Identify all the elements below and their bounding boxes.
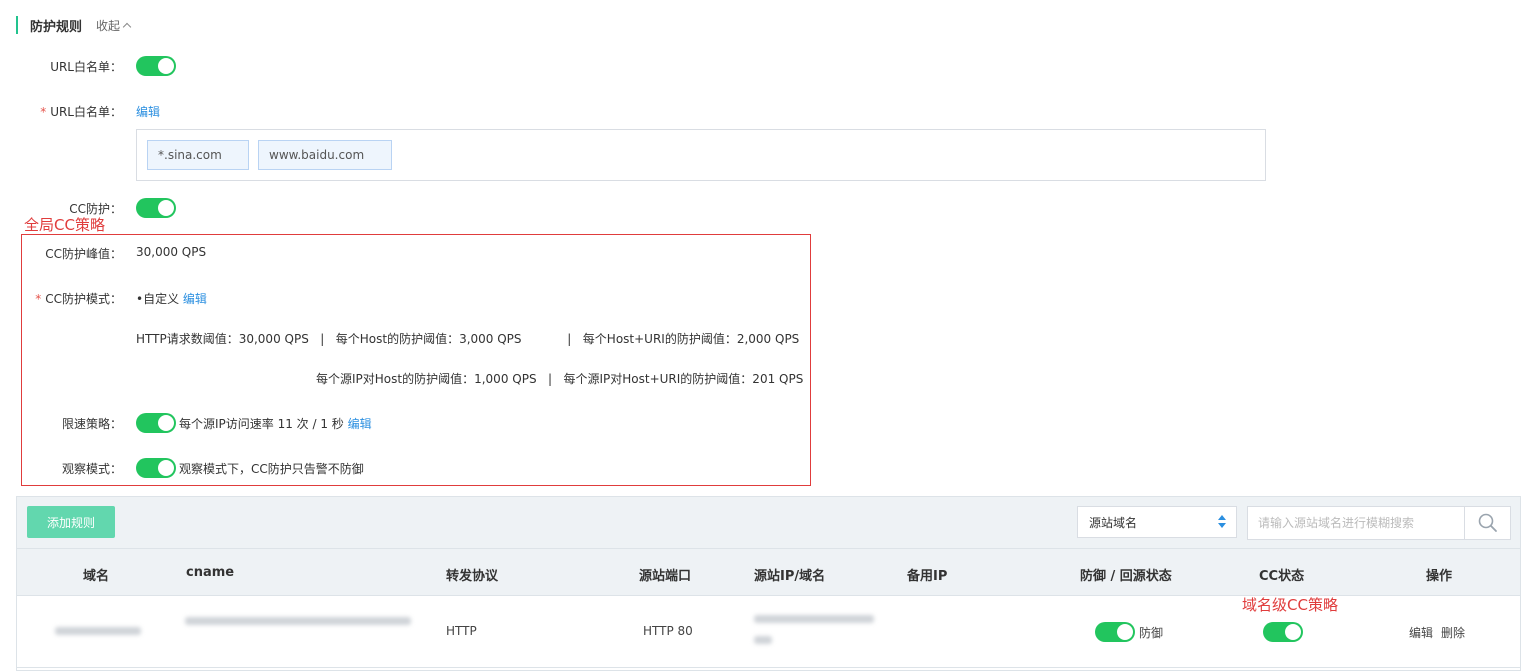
rate-limit-edit-link[interactable]: 编辑 (348, 417, 372, 431)
url-whitelist-toggle[interactable] (136, 56, 176, 76)
th-backup-ip: 备用IP (907, 569, 948, 584)
rate-limit-desc: 每个源IP访问速率 11 次 / 1 秒 (179, 417, 344, 431)
cc-peak-value: 30,000 QPS (136, 245, 207, 259)
collapse-label: 收起 (96, 18, 121, 33)
section-title: 防护规则 (30, 19, 83, 35)
table-toolbar: 添加规则 源站域名 (17, 497, 1520, 549)
url-tag[interactable]: www.baidu.com (258, 140, 392, 170)
url-whitelist-box: *.sina.com www.baidu.com (136, 129, 1266, 181)
search-icon (1478, 513, 1497, 532)
rate-limit-label: 限速策略： (61, 417, 122, 431)
url-tag[interactable]: *.sina.com (147, 140, 249, 170)
cc-mode-value: •自定义 编辑 (136, 290, 207, 307)
search-field-select[interactable]: 源站域名 (1077, 506, 1237, 538)
cc-mode-thresholds-line2: 每个源IP对Host的防护阈值：1,000 QPS | 每个源IP对Host+U… (316, 372, 804, 386)
add-rule-button[interactable]: 添加规则 (27, 506, 115, 538)
defense-status-toggle[interactable] (1095, 622, 1135, 642)
rate-limit-toggle[interactable] (136, 413, 176, 433)
th-operations: 操作 (1426, 569, 1453, 584)
cc-mode-label-text: CC防护模式： (45, 292, 122, 306)
row-delete-link[interactable]: 删除 (1441, 624, 1465, 641)
th-origin-port: 源站端口 (639, 569, 692, 584)
rate-limit-text: 每个源IP访问速率 11 次 / 1 秒 编辑 (179, 415, 372, 432)
th-cname: cname (186, 565, 235, 580)
redacted-cname (185, 617, 411, 625)
th-protocol: 转发协议 (446, 569, 499, 584)
cell-protocol: HTTP (446, 624, 477, 638)
global-cc-annotation: 全局CC策略 (24, 216, 105, 234)
cc-peak-label: CC防护峰值： (45, 247, 122, 261)
domain-cc-annotation: 域名级CC策略 (1242, 596, 1338, 614)
section-header: 防护规则 收起 (16, 15, 132, 35)
row-edit-link[interactable]: 编辑 (1409, 624, 1433, 641)
url-whitelist-edit-label: * URL白名单： (0, 103, 122, 120)
search-button[interactable] (1464, 507, 1510, 539)
search-input[interactable] (1248, 507, 1464, 539)
observe-mode-desc: 观察模式下，CC防护只告警不防御 (179, 462, 364, 476)
required-mark: * (40, 105, 47, 119)
cc-mode-value-text: •自定义 (136, 292, 180, 306)
rules-table: 添加规则 源站域名 域名 cname 转发协议 源站端口 源站IP/域名 备用I… (16, 496, 1521, 671)
cc-protect-toggle[interactable] (136, 198, 176, 218)
section-accent-bar (16, 16, 18, 34)
defense-status-label: 防御 (1139, 626, 1164, 640)
th-origin-ip: 源站IP/域名 (754, 569, 826, 584)
global-cc-policy-box (21, 234, 811, 486)
observe-mode-label: 观察模式： (61, 462, 122, 476)
url-whitelist-label: URL白名单： (50, 60, 122, 74)
url-whitelist-edit-link[interactable]: 编辑 (136, 103, 160, 120)
select-arrows-icon (1218, 515, 1226, 529)
cell-origin-port: HTTP 80 (643, 624, 693, 638)
redacted-origin-ip-2 (754, 636, 772, 644)
observe-mode-toggle[interactable] (136, 458, 176, 478)
search-field-select-value: 源站域名 (1089, 515, 1138, 530)
th-domain: 域名 (83, 569, 110, 584)
table-header: 域名 cname 转发协议 源站端口 源站IP/域名 备用IP 防御 / 回源状… (17, 549, 1520, 596)
th-cc-status: CC状态 (1259, 569, 1305, 584)
collapse-button[interactable]: 收起 (96, 17, 132, 34)
cc-status-toggle[interactable] (1263, 622, 1303, 642)
cc-mode-thresholds-line1: HTTP请求数阈值：30,000 QPS | 每个Host的防护阈值：3,000… (136, 332, 800, 346)
th-defense-status: 防御 / 回源状态 (1080, 569, 1172, 584)
chevron-up-icon (122, 22, 132, 32)
cc-mode-edit-link[interactable]: 编辑 (183, 292, 207, 306)
cc-mode-label: * CC防护模式： (0, 290, 122, 307)
redacted-domain (55, 627, 141, 635)
search-box (1247, 506, 1511, 540)
required-mark: * (35, 292, 42, 306)
redacted-origin-ip (754, 615, 874, 623)
url-whitelist-edit-label-text: URL白名单： (50, 105, 122, 119)
